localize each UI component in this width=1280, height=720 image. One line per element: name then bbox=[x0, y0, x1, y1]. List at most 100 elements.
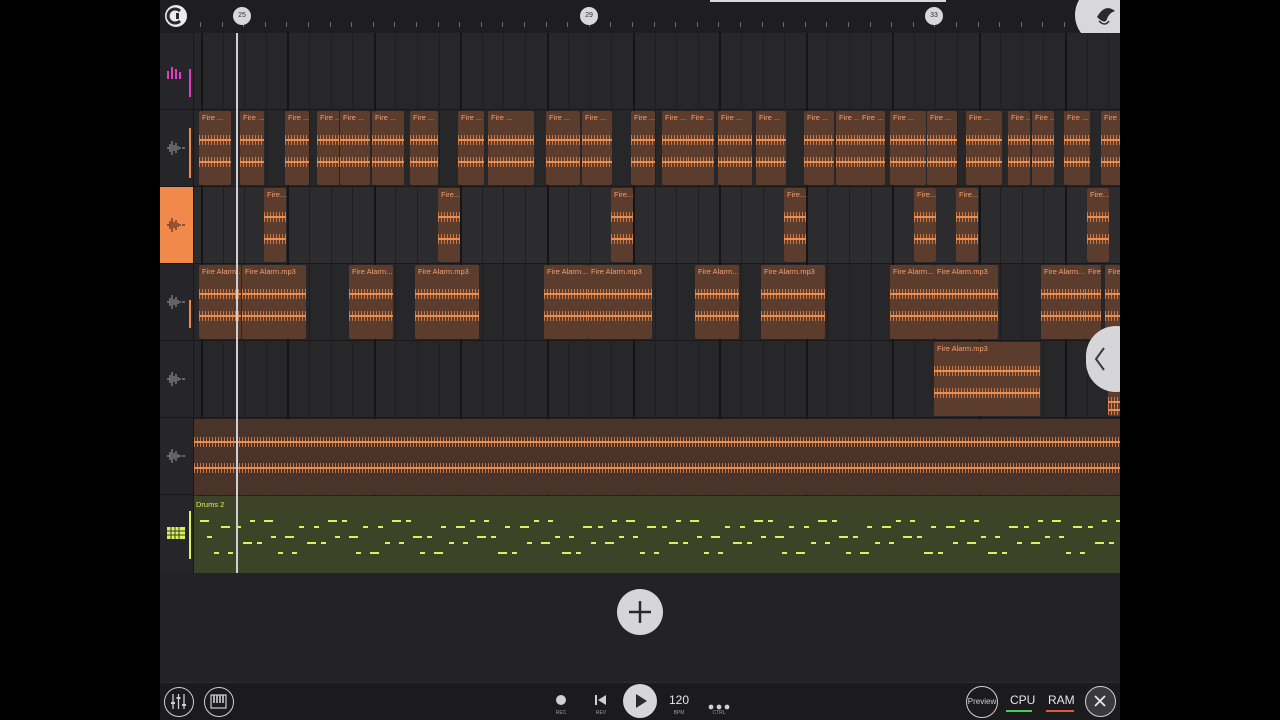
audio-clip[interactable]: Fire ... bbox=[410, 111, 438, 185]
arrangement-lanes[interactable]: Fire ...Fire ...Fire ...Fire ...Fire ...… bbox=[194, 33, 1120, 573]
audio-clip[interactable]: Fire Alarm... bbox=[349, 265, 393, 339]
audio-clip[interactable]: Fire Alarm.mp3 bbox=[415, 265, 479, 339]
audio-clip[interactable]: Fire Alarm... bbox=[695, 265, 739, 339]
drum-note bbox=[732, 542, 742, 544]
audio-clip[interactable]: Fire ... bbox=[199, 111, 231, 185]
audio-clip[interactable]: Fire Alarm.mp3 bbox=[761, 265, 825, 339]
lane-automation[interactable] bbox=[194, 33, 1120, 110]
drum-note bbox=[413, 536, 422, 538]
drum-note bbox=[263, 520, 273, 522]
audio-clip[interactable]: Fire ... bbox=[804, 111, 834, 185]
app-logo-icon[interactable] bbox=[165, 5, 187, 27]
audio-clip[interactable]: Fire Alarm.mp3 bbox=[588, 265, 652, 339]
ram-label[interactable]: RAM bbox=[1048, 693, 1075, 707]
audio-clip[interactable]: Fire ... bbox=[372, 111, 404, 185]
preview-button[interactable]: Preview bbox=[966, 686, 998, 718]
audio-clip[interactable]: Fire Alarm.mp3 bbox=[934, 265, 998, 339]
track-header-drums[interactable] bbox=[160, 495, 193, 573]
audio-clip[interactable]: Fire ... bbox=[582, 111, 612, 185]
ruler-marker-29[interactable]: 29 bbox=[580, 7, 598, 25]
close-button[interactable] bbox=[1085, 686, 1116, 717]
record-button[interactable] bbox=[556, 695, 566, 705]
audio-clip[interactable]: Fire... bbox=[264, 188, 286, 262]
audio-clip[interactable]: Fire ... bbox=[488, 111, 534, 185]
track-header-audio-1[interactable] bbox=[160, 110, 193, 187]
cpu-label[interactable]: CPU bbox=[1010, 693, 1035, 707]
audio-clip[interactable]: Fire ... bbox=[662, 111, 688, 185]
drum-note bbox=[342, 520, 347, 522]
audio-clip[interactable]: Fire ... bbox=[317, 111, 339, 185]
drum-note bbox=[775, 536, 785, 538]
audio-clip[interactable]: Fire Alarm... bbox=[1041, 265, 1085, 339]
audio-clip[interactable]: Fire ... bbox=[688, 111, 714, 185]
more-button[interactable] bbox=[708, 697, 730, 710]
lane-audio-2[interactable] bbox=[194, 187, 1120, 264]
cpu-meter bbox=[1006, 710, 1032, 712]
piano-roll-button[interactable] bbox=[204, 687, 234, 717]
audio-clip[interactable]: Fire ... bbox=[718, 111, 752, 185]
audio-clip[interactable]: Fire Alarm.mp3 bbox=[934, 342, 1040, 416]
drum-note bbox=[640, 552, 646, 554]
drum-note bbox=[469, 520, 475, 522]
audio-clip[interactable]: Fire... bbox=[611, 188, 633, 262]
track-header-audio-5[interactable] bbox=[160, 418, 193, 495]
bpm-value[interactable]: 120 bbox=[669, 693, 689, 707]
pads-icon bbox=[167, 527, 185, 539]
timeline-ruler[interactable]: 25 29 33 bbox=[160, 0, 1120, 45]
ruler-marker-33[interactable]: 33 bbox=[925, 7, 943, 25]
loop-audio-clip[interactable] bbox=[194, 419, 1120, 495]
drums-pattern-clip[interactable]: Drums 2 bbox=[194, 496, 1120, 573]
add-track-button[interactable] bbox=[617, 589, 663, 635]
audio-clip[interactable]: Fire... bbox=[956, 188, 978, 262]
audio-clip[interactable]: Fire Alarm... bbox=[544, 265, 588, 339]
rewind-button[interactable] bbox=[594, 693, 608, 707]
audio-clip[interactable]: Fire ... bbox=[1064, 111, 1090, 185]
side-panel-toggle[interactable] bbox=[1086, 326, 1120, 392]
audio-clip[interactable]: Fire ... bbox=[1008, 111, 1030, 185]
audio-clip[interactable]: Fire ... bbox=[859, 111, 885, 185]
audio-clip[interactable]: Fire ... bbox=[240, 111, 264, 185]
audio-clip[interactable]: Fire ... bbox=[1032, 111, 1054, 185]
ruler-tick bbox=[264, 22, 266, 27]
play-button[interactable] bbox=[623, 684, 657, 718]
audio-clip[interactable]: Fire Alarm... bbox=[199, 265, 241, 339]
audio-clip[interactable]: Fire ... bbox=[285, 111, 309, 185]
audio-clip[interactable]: Fire... bbox=[914, 188, 936, 262]
ruler-tick bbox=[1020, 22, 1022, 27]
audio-clip[interactable]: Fire ... bbox=[631, 111, 655, 185]
audio-clip[interactable]: Fire ... bbox=[966, 111, 1002, 185]
ruler-tick bbox=[545, 22, 547, 27]
ruler-tick bbox=[502, 22, 504, 27]
audio-clip[interactable]: Fire ... bbox=[458, 111, 484, 185]
drum-note bbox=[1016, 542, 1022, 544]
clip-label: Fire ... bbox=[243, 113, 264, 122]
audio-clip[interactable]: Fire ... bbox=[546, 111, 580, 185]
track-header-audio-2-selected[interactable] bbox=[160, 187, 193, 264]
drum-note bbox=[604, 542, 614, 544]
clip-label: Fire ... bbox=[585, 113, 607, 122]
audio-clip[interactable]: Fire... bbox=[784, 188, 806, 262]
clip-label: Fire ... bbox=[491, 113, 513, 122]
track-header-audio-3[interactable] bbox=[160, 264, 193, 341]
ruler-tick bbox=[480, 22, 482, 27]
track-header-audio-4[interactable] bbox=[160, 341, 193, 418]
drum-note bbox=[377, 526, 383, 528]
ruler-tick bbox=[804, 22, 806, 27]
audio-clip[interactable]: Fire ... bbox=[927, 111, 957, 185]
audio-clip[interactable]: Fire Alarm.mp3 bbox=[242, 265, 306, 339]
playhead[interactable] bbox=[236, 33, 238, 573]
audio-clip[interactable]: Fire... bbox=[1087, 188, 1109, 262]
audio-clip[interactable] bbox=[1108, 388, 1120, 416]
audio-clip[interactable]: Fire ... bbox=[836, 111, 860, 185]
ruler-marker-25[interactable]: 25 bbox=[233, 7, 251, 25]
audio-clip[interactable]: Fire... bbox=[438, 188, 460, 262]
scroll-indicator[interactable] bbox=[710, 0, 946, 2]
audio-clip[interactable]: Fire ... bbox=[340, 111, 370, 185]
audio-clip[interactable]: Fire Alarm... bbox=[890, 265, 934, 339]
audio-clip[interactable]: Fire ... bbox=[890, 111, 926, 185]
mixer-button[interactable] bbox=[164, 687, 194, 717]
clip-label: Fire ... bbox=[1035, 113, 1054, 122]
audio-clip[interactable]: Fire ... bbox=[756, 111, 786, 185]
track-header-automation[interactable] bbox=[160, 33, 193, 110]
audio-clip[interactable]: Fire ... bbox=[1101, 111, 1120, 185]
